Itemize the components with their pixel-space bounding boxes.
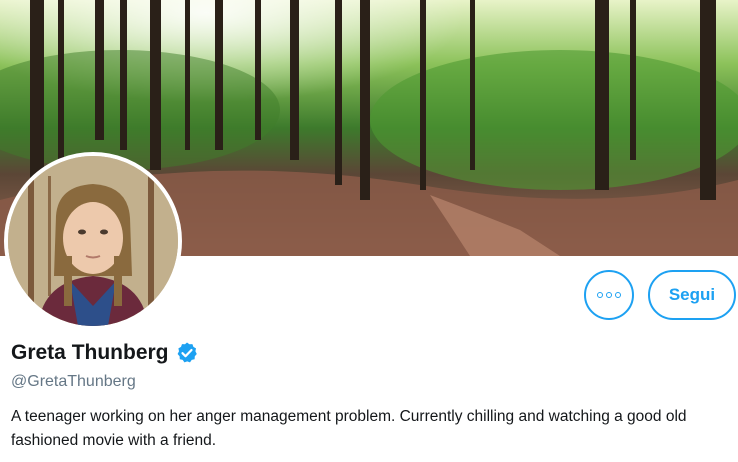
profile-bio: A teenager working on her anger manageme… [11,408,687,449]
profile-name: Greta Thunberg [11,341,169,364]
profile-name-row: Greta Thunberg [11,341,199,365]
profile-handle: @GretaThunberg [11,373,136,390]
more-options-icon [597,292,621,298]
follow-button[interactable]: Segui [648,270,736,320]
more-options-button[interactable] [584,270,634,320]
profile-avatar[interactable] [4,152,182,330]
avatar-photo [8,156,178,326]
verified-badge-icon [177,342,197,363]
